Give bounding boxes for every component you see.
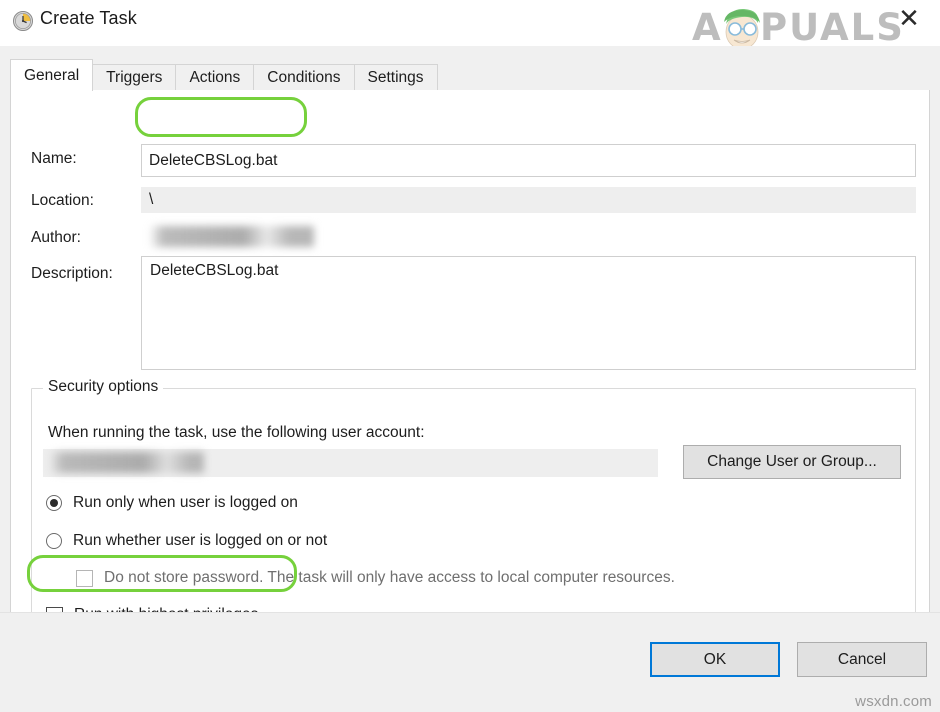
radio-indicator-whether-logged: [46, 533, 62, 549]
close-icon: ✕: [898, 4, 920, 34]
svg-text:PUALS: PUALS: [760, 6, 905, 49]
change-user-or-group-button[interactable]: Change User or Group...: [683, 445, 901, 479]
tab-general[interactable]: General: [10, 59, 94, 91]
radio-indicator-logged-on: [46, 495, 62, 511]
author-label: Author:: [31, 229, 81, 246]
location-field: \: [141, 187, 916, 213]
radio-label-logged-on: Run only when user is logged on: [73, 494, 298, 511]
svg-text:A: A: [692, 6, 723, 49]
account-prompt: When running the task, use the following…: [48, 424, 425, 441]
tab-triggers[interactable]: Triggers: [92, 64, 177, 90]
location-label: Location:: [31, 192, 94, 209]
description-input[interactable]: DeleteCBSLog.bat: [141, 256, 916, 370]
user-account-redaction: [49, 452, 204, 473]
tab-strip: General Triggers Actions Conditions Sett…: [10, 59, 930, 91]
tab-actions[interactable]: Actions: [175, 64, 255, 90]
tab-settings[interactable]: Settings: [353, 64, 438, 90]
ok-button[interactable]: OK: [650, 642, 780, 677]
radio-label-whether-logged: Run whether user is logged on or not: [73, 532, 328, 549]
site-watermark: wsxdn.com: [855, 693, 932, 710]
cancel-button[interactable]: Cancel: [797, 642, 927, 677]
author-redaction: [149, 226, 314, 247]
description-label: Description:: [31, 265, 113, 282]
page-title: Create Task: [40, 8, 137, 28]
clock-icon: [12, 10, 34, 32]
checkbox-do-not-store-password[interactable]: Do not store password. The task will onl…: [76, 569, 675, 587]
dialog-footer: OK Cancel wsxdn.com: [0, 612, 940, 712]
checkbox-indicator-do-not-store-password: [76, 569, 93, 587]
checkbox-label-do-not-store-password: Do not store password. The task will onl…: [104, 569, 675, 586]
tab-conditions[interactable]: Conditions: [253, 64, 355, 90]
title-bar: Create Task ✕ A PUALS: [0, 0, 940, 50]
radio-run-whether-logged-on-or-not[interactable]: Run whether user is logged on or not: [46, 532, 327, 550]
close-button[interactable]: ✕: [888, 2, 930, 36]
radio-run-only-when-logged-on[interactable]: Run only when user is logged on: [46, 494, 298, 512]
general-tab-panel: Name: DeleteCBSLog.bat Location: \ Autho…: [10, 90, 930, 683]
name-input[interactable]: DeleteCBSLog.bat: [141, 144, 916, 177]
name-label: Name:: [31, 150, 77, 167]
create-task-dialog: Create Task ✕ A PUALS General Triggers A…: [0, 0, 940, 712]
security-options-legend: Security options: [43, 378, 164, 396]
footer-separator: [0, 612, 940, 613]
